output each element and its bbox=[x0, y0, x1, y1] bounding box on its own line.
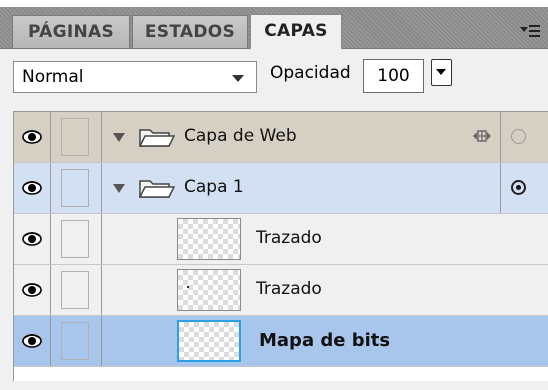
opacity-label: Opacidad bbox=[270, 63, 351, 83]
lock-toggle[interactable] bbox=[51, 265, 102, 315]
panel-options-icon[interactable] bbox=[520, 23, 540, 39]
layer-row-trazado[interactable]: Trazado bbox=[14, 214, 548, 265]
layer-name: Trazado bbox=[256, 279, 322, 299]
lock-toggle[interactable] bbox=[51, 112, 102, 162]
layer-controls: Normal Opacidad 100 bbox=[0, 49, 548, 111]
visibility-toggle[interactable] bbox=[14, 316, 51, 366]
chevron-down-icon bbox=[232, 75, 244, 82]
tab-estados[interactable]: ESTADOS bbox=[132, 15, 248, 48]
lock-toggle[interactable] bbox=[51, 316, 102, 366]
current-layer-radio[interactable] bbox=[511, 180, 526, 195]
visibility-toggle[interactable] bbox=[14, 112, 51, 162]
layer-row-trazado[interactable]: Trazado bbox=[14, 265, 548, 316]
column-divider bbox=[500, 112, 501, 162]
eye-icon bbox=[22, 334, 42, 348]
layer-thumbnail bbox=[177, 218, 241, 260]
eye-icon bbox=[22, 130, 42, 144]
layer-row-mapa-de-bits[interactable]: Mapa de bits bbox=[14, 316, 548, 367]
expand-triangle-icon[interactable] bbox=[113, 133, 125, 142]
layer-name: Capa de Web bbox=[184, 126, 297, 146]
folder-icon bbox=[139, 129, 175, 147]
blend-mode-dropdown[interactable]: Normal bbox=[13, 61, 257, 93]
chevron-down-icon bbox=[436, 69, 446, 75]
layers-list: Capa de Web Capa 1 Trazado Trazado Mapa … bbox=[13, 111, 548, 381]
layer-thumbnail bbox=[177, 320, 241, 362]
opacity-input[interactable]: 100 bbox=[363, 59, 424, 93]
visibility-toggle[interactable] bbox=[14, 163, 51, 213]
web-layer-icon bbox=[473, 130, 491, 142]
layers-panel: PÁGINAS ESTADOS CAPAS Normal Opacidad 10… bbox=[0, 0, 548, 390]
layer-name: Trazado bbox=[256, 228, 322, 248]
expand-triangle-icon[interactable] bbox=[113, 184, 125, 193]
folder-icon bbox=[139, 180, 175, 198]
blend-mode-value: Normal bbox=[22, 67, 84, 87]
visibility-toggle[interactable] bbox=[14, 214, 51, 264]
layer-row-capa-1[interactable]: Capa 1 bbox=[14, 163, 548, 214]
layer-name: Capa 1 bbox=[184, 177, 244, 197]
opacity-slider-button[interactable] bbox=[431, 59, 452, 86]
layer-name: Mapa de bits bbox=[259, 330, 391, 351]
tab-paginas[interactable]: PÁGINAS bbox=[12, 15, 130, 48]
eye-icon bbox=[22, 283, 42, 297]
top-strip bbox=[0, 0, 548, 7]
tab-capas[interactable]: CAPAS bbox=[250, 14, 342, 49]
layer-row-capa-de-web[interactable]: Capa de Web bbox=[14, 112, 548, 163]
current-layer-radio[interactable] bbox=[511, 129, 526, 144]
column-divider bbox=[500, 163, 501, 213]
lock-toggle[interactable] bbox=[51, 163, 102, 213]
eye-icon bbox=[22, 181, 42, 195]
visibility-toggle[interactable] bbox=[14, 265, 51, 315]
panel-tab-bar: PÁGINAS ESTADOS CAPAS bbox=[0, 7, 548, 49]
lock-toggle[interactable] bbox=[51, 214, 102, 264]
layer-thumbnail bbox=[177, 269, 241, 311]
eye-icon bbox=[22, 232, 42, 246]
